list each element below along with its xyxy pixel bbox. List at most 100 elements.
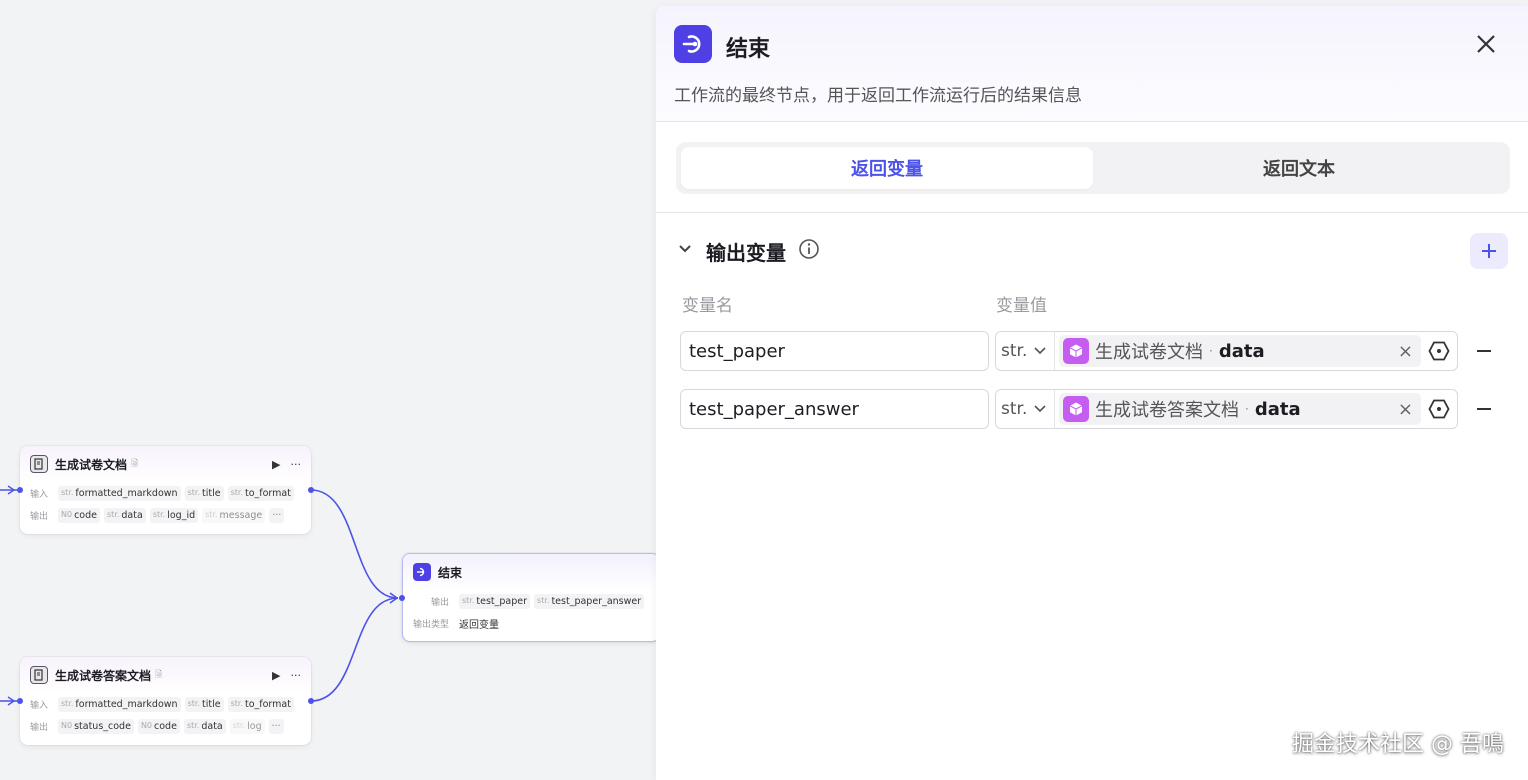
output-label: 输出 — [431, 597, 450, 608]
clear-reference-icon[interactable]: × — [1398, 399, 1417, 420]
run-icon[interactable]: ▶ — [272, 458, 280, 471]
node-end[interactable]: 结束 输出 str. test_paper str. test_paper_answ… — [399, 553, 656, 642]
param-tag: str. title — [184, 485, 224, 501]
minus-icon — [1477, 408, 1491, 410]
return-mode-tabs: 返回变量 返回文本 — [676, 142, 1510, 194]
variable-value-field: str. 生成试卷答案文档 · data × — [995, 389, 1458, 429]
plugin-badge-icon: 🗟 — [155, 670, 163, 680]
param-tag: N0 code — [58, 507, 100, 523]
node-title: 结束 — [438, 565, 463, 580]
input-port[interactable] — [399, 595, 405, 601]
param-tag: N0 code — [137, 718, 180, 734]
chevron-down-icon[interactable] — [676, 240, 694, 262]
document-plugin-icon — [30, 455, 48, 473]
input-label: 输入 — [30, 700, 49, 711]
param-tag: str. formatted_markdown — [58, 696, 181, 712]
edge-paper-to-end — [310, 489, 399, 599]
input-label: 输入 — [30, 489, 49, 500]
type-label: str. — [1001, 341, 1028, 361]
output-port[interactable] — [308, 487, 314, 493]
more-menu-icon[interactable]: ··· — [291, 458, 302, 471]
panel-header: 结束 工作流的最终节点，用于返回工作流运行后的结果信息 — [656, 6, 1528, 122]
remove-variable-button[interactable] — [1472, 339, 1496, 363]
add-variable-button[interactable] — [1470, 233, 1508, 269]
node-output-type-row: 输出类型 返回变量 — [403, 612, 656, 634]
type-select[interactable]: str. — [996, 390, 1055, 428]
clear-reference-icon[interactable]: × — [1398, 341, 1417, 362]
param-tag: str. data — [104, 507, 146, 523]
output-port[interactable] — [308, 698, 314, 704]
col-header-name: 变量名 — [682, 296, 733, 316]
chevron-down-icon — [1034, 347, 1046, 355]
param-tag: str. message — [202, 507, 266, 523]
remove-variable-button[interactable] — [1472, 397, 1496, 421]
node-title: 生成试卷答案文档 — [55, 668, 152, 683]
node-paper-doc[interactable]: 生成试卷文档 🗟 ▶ ··· 输入 str. formatted_markdown… — [17, 446, 314, 534]
param-tag: str. to_format — [227, 485, 294, 501]
variable-reference-chip[interactable]: 生成试卷文档 · data × — [1059, 335, 1421, 367]
param-tag: str. to_format — [227, 696, 294, 712]
more-menu-icon[interactable]: ··· — [291, 669, 302, 682]
document-plugin-icon — [30, 666, 48, 684]
variable-reference-chip[interactable]: 生成试卷答案文档 · data × — [1059, 393, 1421, 425]
tab-return-variables[interactable]: 返回变量 — [681, 147, 1093, 189]
param-tag: str. test_paper — [459, 593, 531, 609]
param-tag: str. title — [184, 696, 224, 712]
variable-row: str. 生成试卷文档 · data × — [680, 331, 1518, 371]
node-output-row: 输出 N0 status_code N0 code str. data str. log… — [20, 715, 311, 737]
reference-field-name: data — [1218, 340, 1265, 362]
variable-name-input[interactable] — [680, 331, 989, 371]
param-tag: str. test_paper_answer — [534, 593, 645, 609]
end-node-icon — [674, 25, 712, 63]
node-header: 结束 — [403, 554, 656, 590]
variable-value-field: str. 生成试卷文档 · data × — [995, 331, 1458, 371]
node-output-row: 输出 str. test_paper str. test_paper_answer — [403, 590, 656, 612]
node-output-row: 输出 N0 code str. data str. log_id str. messag… — [20, 504, 311, 526]
output-type-value: 返回变量 — [459, 619, 499, 631]
reference-separator: · — [1209, 344, 1213, 358]
reference-separator: · — [1245, 402, 1249, 416]
edge-answer-to-end — [310, 597, 399, 702]
input-port[interactable] — [17, 487, 23, 493]
panel-title: 结束 — [726, 37, 771, 62]
node-header: 生成试卷文档 🗟 ▶ ··· — [20, 446, 311, 482]
node-input-row: 输入 str. formatted_markdown str. title str.… — [20, 693, 311, 715]
variable-name-input[interactable] — [680, 389, 989, 429]
cube-icon — [1063, 338, 1089, 364]
cube-icon — [1063, 396, 1089, 422]
tab-return-text[interactable]: 返回文本 — [1093, 147, 1505, 189]
variable-row: str. 生成试卷答案文档 · data × — [680, 389, 1518, 429]
plugin-badge-icon: 🗟 — [131, 459, 139, 469]
param-tag: str. formatted_markdown — [58, 485, 181, 501]
variable-picker-icon[interactable] — [1427, 397, 1451, 421]
input-port[interactable] — [17, 698, 23, 704]
chevron-down-icon — [1034, 405, 1046, 413]
param-tag: str. data — [183, 718, 226, 734]
end-node-icon — [413, 563, 431, 581]
workflow-canvas[interactable]: 生成试卷文档 🗟 ▶ ··· 输入 str. formatted_markdown… — [0, 0, 656, 780]
col-header-value: 变量值 — [996, 296, 1047, 316]
close-icon[interactable] — [1472, 30, 1500, 58]
info-icon[interactable] — [798, 238, 820, 264]
divider — [656, 212, 1528, 213]
minus-icon — [1477, 350, 1491, 352]
output-variables-section-header[interactable]: 输出变量 — [676, 234, 820, 268]
variable-picker-icon[interactable] — [1427, 339, 1451, 363]
node-input-row: 输入 str. formatted_markdown str. title str.… — [20, 482, 311, 504]
reference-field-name: data — [1254, 398, 1301, 420]
output-label: 输出 — [30, 511, 49, 522]
panel-description: 工作流的最终节点，用于返回工作流运行后的结果信息 — [674, 86, 1082, 106]
type-select[interactable]: str. — [996, 332, 1055, 370]
more-params-tag[interactable]: ··· — [269, 507, 285, 523]
param-tag: N0 status_code — [58, 718, 134, 734]
node-answer-doc[interactable]: 生成试卷答案文档 🗟 ▶ ··· 输入 str. formatted_markdo… — [17, 657, 314, 745]
node-config-panel: 结束 工作流的最终节点，用于返回工作流运行后的结果信息 返回变量 返回文本 输出… — [656, 6, 1528, 780]
output-type-label: 输出类型 — [413, 619, 450, 630]
param-tag: str. log — [229, 718, 265, 734]
param-tag: str. log_id — [149, 507, 199, 523]
run-icon[interactable]: ▶ — [272, 669, 280, 682]
reference-node-name: 生成试卷文档 — [1095, 342, 1203, 363]
output-label: 输出 — [30, 722, 49, 733]
more-params-tag[interactable]: ··· — [268, 718, 284, 734]
node-header: 生成试卷答案文档 🗟 ▶ ··· — [20, 657, 311, 693]
